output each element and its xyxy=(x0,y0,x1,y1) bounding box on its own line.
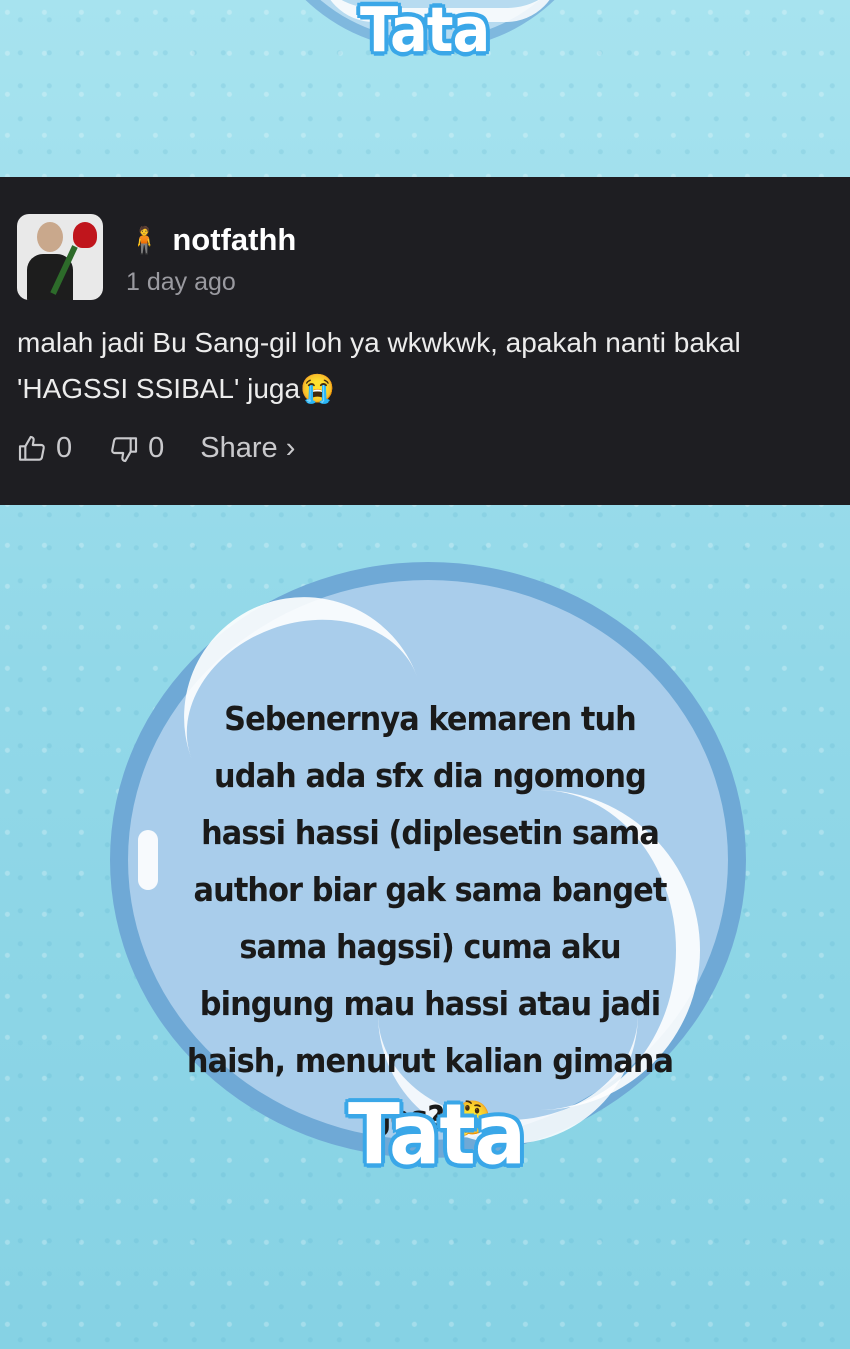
top-watermark: Tata xyxy=(360,0,490,67)
rose-icon xyxy=(73,222,97,248)
avatar[interactable] xyxy=(17,214,103,300)
comment-timestamp: 1 day ago xyxy=(126,268,236,296)
username[interactable]: notfathh xyxy=(172,222,296,258)
share-label: Share › xyxy=(200,432,296,464)
share-button[interactable]: Share › xyxy=(200,432,295,465)
thumbs-up-icon xyxy=(18,435,45,461)
post-text: Sebenernya kemaren tuh udah ada sfx dia … xyxy=(186,699,674,1137)
user-row: 🧍 notfathh xyxy=(128,222,296,258)
like-button[interactable]: 0 xyxy=(16,432,72,465)
bottom-watermark: Tata xyxy=(348,1085,526,1184)
dislike-count: 0 xyxy=(148,432,165,464)
dislike-button[interactable]: 0 xyxy=(108,432,164,465)
avatar-head xyxy=(37,222,63,252)
swirl-decoration xyxy=(138,830,158,890)
comment-actions: 0 0 Share › xyxy=(16,432,331,465)
like-count: 0 xyxy=(56,432,73,464)
thumbs-down-icon xyxy=(111,436,138,462)
user-badge-emoji: 🧍 xyxy=(128,225,161,255)
comment-text: malah jadi Bu Sang-gil loh ya wkwkwk, ap… xyxy=(17,327,741,404)
